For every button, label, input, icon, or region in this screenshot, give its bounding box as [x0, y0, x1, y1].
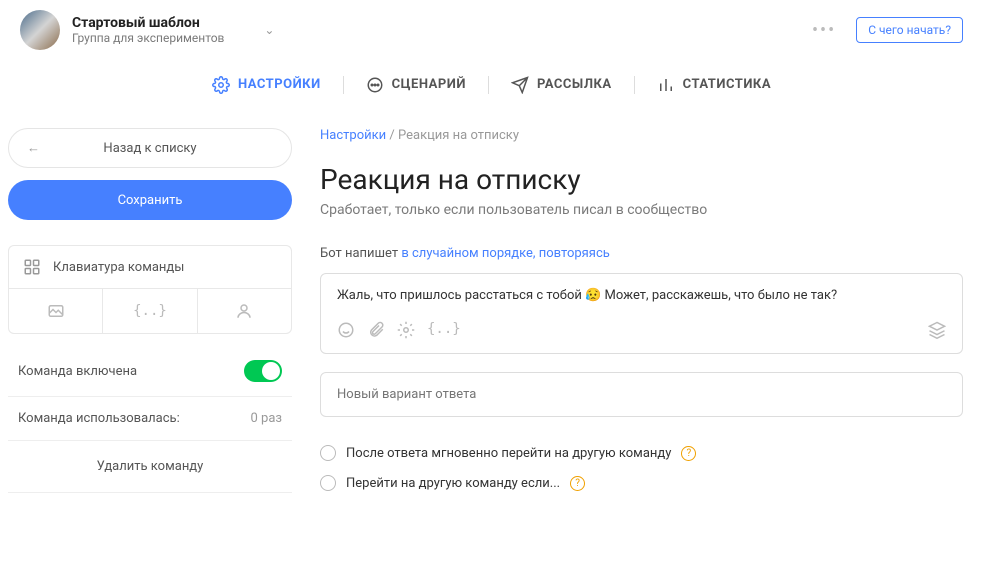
- group-subtitle: Группа для экспериментов: [72, 31, 224, 45]
- more-icon[interactable]: •••: [812, 20, 836, 41]
- chat-icon: [366, 76, 384, 94]
- radio-icon[interactable]: [320, 445, 336, 461]
- tab-label: РАССЫЛКА: [537, 77, 612, 92]
- bot-writes-line: Бот напишет в случайном порядке, повторя…: [320, 246, 963, 261]
- back-label: Назад к списку: [103, 141, 196, 156]
- enabled-row: Команда включена: [8, 346, 292, 397]
- bot-order-link[interactable]: в случайном порядке, повторяясь: [401, 246, 609, 261]
- avatar[interactable]: [20, 10, 60, 50]
- page-subtitle: Сработает, только если пользователь писа…: [320, 202, 963, 218]
- braces-icon[interactable]: {..}: [427, 321, 445, 339]
- breadcrumb-current: Реакция на отписку: [398, 128, 519, 143]
- keyboard-label: Клавиатура команды: [53, 260, 184, 275]
- start-button[interactable]: С чего начать?: [856, 17, 963, 43]
- message-box[interactable]: Жаль, что пришлось расстаться с тобой 😥 …: [320, 273, 963, 354]
- usage-row: Команда использовалась: 0 раз: [8, 397, 292, 441]
- group-title: Стартовый шаблон: [72, 15, 224, 31]
- braces-icon: {..}: [133, 303, 167, 319]
- chart-icon: [657, 76, 675, 94]
- tab-label: НАСТРОЙКИ: [238, 77, 321, 92]
- group-info[interactable]: Стартовый шаблон Группа для эксперименто…: [72, 15, 224, 45]
- tab-stats[interactable]: СТАТИСТИКА: [635, 60, 793, 109]
- tab-scenario[interactable]: СЦЕНАРИЙ: [344, 60, 488, 109]
- breadcrumb: Настройки / Реакция на отписку: [320, 128, 963, 143]
- tab-label: СЦЕНАРИЙ: [392, 77, 466, 92]
- enabled-label: Команда включена: [18, 364, 137, 379]
- grid-icon: [23, 258, 41, 276]
- braces-tab[interactable]: {..}: [102, 289, 196, 333]
- layers-icon[interactable]: [928, 321, 946, 339]
- breadcrumb-root[interactable]: Настройки: [320, 128, 386, 143]
- attach-icon[interactable]: [367, 321, 385, 339]
- tab-label: СТАТИСТИКА: [683, 77, 771, 92]
- radio-after-answer[interactable]: После ответа мгновенно перейти на другую…: [320, 445, 963, 461]
- radio-if-condition[interactable]: Перейти на другую команду если... ?: [320, 475, 963, 491]
- help-icon[interactable]: ?: [570, 476, 585, 491]
- send-icon: [511, 76, 529, 94]
- tab-mailing[interactable]: РАССЫЛКА: [489, 60, 634, 109]
- chevron-down-icon[interactable]: ⌄: [264, 23, 274, 37]
- arrow-left-icon: ←: [27, 140, 40, 156]
- radio-label: После ответа мгновенно перейти на другую…: [346, 446, 671, 461]
- gear-icon: [212, 76, 230, 94]
- message-text[interactable]: Жаль, что пришлось расстаться с тобой 😥 …: [337, 288, 946, 303]
- user-tab[interactable]: [197, 289, 291, 333]
- help-icon[interactable]: ?: [681, 446, 696, 461]
- image-icon: [47, 302, 65, 320]
- back-button[interactable]: ← Назад к списку: [8, 128, 292, 168]
- user-icon: [235, 302, 253, 320]
- tab-settings[interactable]: НАСТРОЙКИ: [190, 60, 343, 109]
- gear-icon[interactable]: [397, 321, 415, 339]
- keyboard-row[interactable]: Клавиатура команды: [9, 246, 291, 288]
- enabled-toggle[interactable]: [244, 360, 282, 382]
- new-variant-input[interactable]: [320, 372, 963, 417]
- emoji-icon[interactable]: [337, 321, 355, 339]
- save-button[interactable]: Сохранить: [8, 180, 292, 220]
- usage-label: Команда использовалась:: [18, 411, 180, 426]
- image-tab[interactable]: [9, 289, 102, 333]
- radio-label: Перейти на другую команду если...: [346, 476, 560, 491]
- usage-value: 0 раз: [250, 411, 282, 426]
- radio-icon[interactable]: [320, 475, 336, 491]
- page-title: Реакция на отписку: [320, 163, 963, 196]
- delete-button[interactable]: Удалить команду: [8, 441, 292, 493]
